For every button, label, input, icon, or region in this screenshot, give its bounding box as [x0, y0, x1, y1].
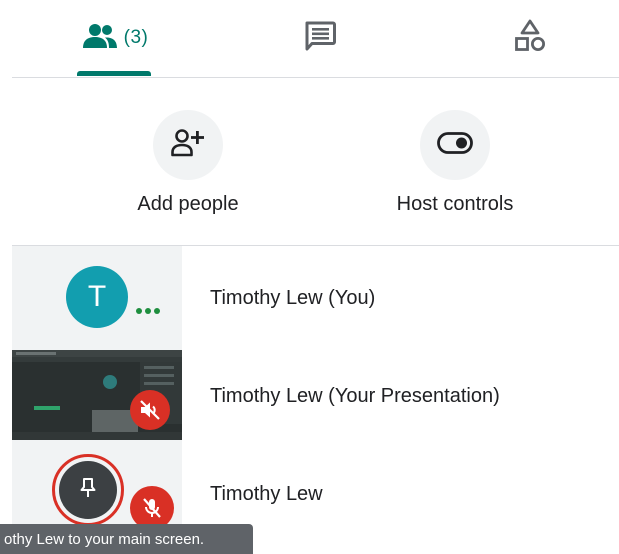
active-tab-indicator: [77, 71, 151, 76]
participant-name: Timothy Lew: [210, 483, 323, 505]
participant-row[interactable]: T Timothy Lew (You): [12, 246, 619, 346]
add-people-label: Add people: [137, 193, 239, 215]
participant-name: Timothy Lew (You): [210, 287, 376, 309]
muted-icon: [130, 390, 170, 430]
participant-thumbnail: [12, 346, 182, 446]
chat-icon: [304, 21, 336, 56]
pin-tooltip: othy Lew to your main screen.: [0, 524, 253, 554]
participant-row[interactable]: Timothy Lew (Your Presentation): [12, 346, 619, 446]
speaking-indicator-icon: [136, 308, 160, 314]
pin-button-highlight: [52, 454, 124, 526]
host-controls-button[interactable]: Host controls: [355, 110, 555, 216]
tab-chat[interactable]: [280, 0, 360, 76]
add-people-button[interactable]: Add people: [88, 110, 288, 216]
avatar: T: [66, 266, 128, 328]
tab-people[interactable]: (3): [55, 0, 175, 76]
host-controls-label: Host controls: [396, 193, 514, 215]
toggle-icon: [437, 131, 473, 159]
tab-activities[interactable]: [490, 0, 570, 76]
participant-thumbnail: T: [12, 246, 182, 346]
pin-icon: [76, 476, 100, 505]
pin-button[interactable]: [59, 461, 117, 519]
participant-name: Timothy Lew (Your Presentation): [210, 385, 500, 407]
activities-icon: [514, 19, 546, 58]
add-people-icon-circle: [153, 110, 223, 180]
people-icon: [82, 22, 118, 55]
people-count: (3): [123, 27, 149, 48]
tabs-divider: [12, 77, 619, 78]
tooltip-text: othy Lew to your main screen.: [4, 530, 205, 548]
host-controls-icon-circle: [420, 110, 490, 180]
add-person-icon: [171, 128, 205, 163]
